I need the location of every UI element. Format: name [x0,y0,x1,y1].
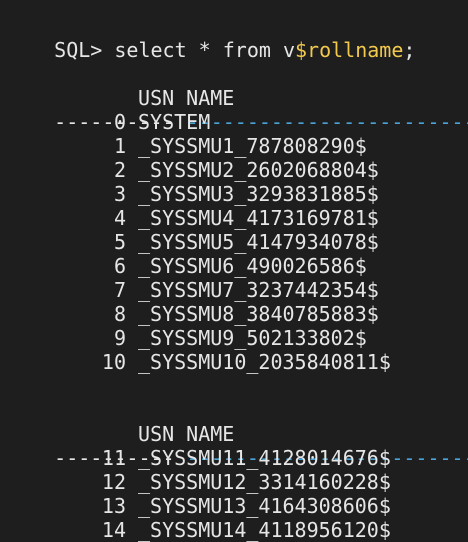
row-usn: 12 [101,470,126,494]
sql-terminator: ; [403,38,416,62]
row-name: _SYSSMU11_4128014676$ [138,446,391,470]
row-usn: 10 [101,350,126,374]
row-usn: 11 [101,446,126,470]
row-name: _SYSSMU1_787808290$ [138,134,367,158]
column-header: USN NAME [6,62,234,110]
row-usn: 1 [113,134,126,158]
row-usn: 13 [101,494,126,518]
row-usn: 4 [113,206,126,230]
terminal-window[interactable]: SQL> select * from v$rollname; USN NAME -… [0,0,468,542]
sql-command: select * from v [114,38,296,62]
row-name: _SYSSMU4_4173169781$ [138,206,379,230]
row-name: _SYSSMU10_2035840811$ [138,350,391,374]
table-row: 9 _SYSSMU9_502133802$ [6,326,367,350]
row-name: _SYSSMU13_4164308606$ [138,494,391,518]
row-usn: 9 [113,326,126,350]
row-name: SYSTEM [138,110,211,134]
table-row: 10 _SYSSMU10_2035840811$ [6,350,391,374]
table-row: 8 _SYSSMU8_3840785883$ [6,302,379,326]
row-usn: 3 [113,182,126,206]
row-name: _SYSSMU8_3840785883$ [138,302,379,326]
header-separator: ---------- ----------------------------- [6,86,468,134]
table-row: 12 _SYSSMU12_3314160228$ [6,470,391,494]
row-name: _SYSSMU3_3293831885$ [138,182,379,206]
row-name: _SYSSMU12_3314160228$ [138,470,391,494]
row-usn: 7 [113,278,126,302]
header-separator: ---------- ----------------------------- [6,422,468,470]
separator-name: ----------------------------- [186,110,468,134]
row-name: _SYSSMU7_3237442354$ [138,278,379,302]
sql-prompt: SQL> [54,38,115,62]
table-row: 11 _SYSSMU11_4128014676$ [6,446,391,470]
row-name: _SYSSMU14_4118956120$ [138,518,391,542]
sql-prompt-line: SQL> select * from v$rollname; [6,14,415,62]
table-row: 6 _SYSSMU6_490026586$ [6,254,367,278]
table-row: 4 _SYSSMU4_4173169781$ [6,206,379,230]
row-usn: 14 [101,518,126,542]
row-usn: 6 [113,254,126,278]
table-row: 2 _SYSSMU2_2602068804$ [6,158,379,182]
row-usn: 8 [113,302,126,326]
sql-object: $rollname [295,38,404,62]
table-row: 7 _SYSSMU7_3237442354$ [6,278,379,302]
row-name: _SYSSMU5_4147934078$ [138,230,379,254]
row-name: _SYSSMU6_490026586$ [138,254,367,278]
table-row: 3 _SYSSMU3_3293831885$ [6,182,379,206]
row-usn: 2 [113,158,126,182]
row-usn: 0 [113,110,126,134]
table-row: 5 _SYSSMU5_4147934078$ [6,230,379,254]
row-usn: 5 [113,230,126,254]
table-row: 1 _SYSSMU1_787808290$ [6,134,367,158]
table-row: 13 _SYSSMU13_4164308606$ [6,494,391,518]
row-name: _SYSSMU2_2602068804$ [138,158,379,182]
table-row: 14 _SYSSMU14_4118956120$ [6,518,391,542]
row-name: _SYSSMU9_502133802$ [138,326,367,350]
column-header: USN NAME [6,398,234,446]
table-row: 0 SYSTEM [6,110,210,134]
